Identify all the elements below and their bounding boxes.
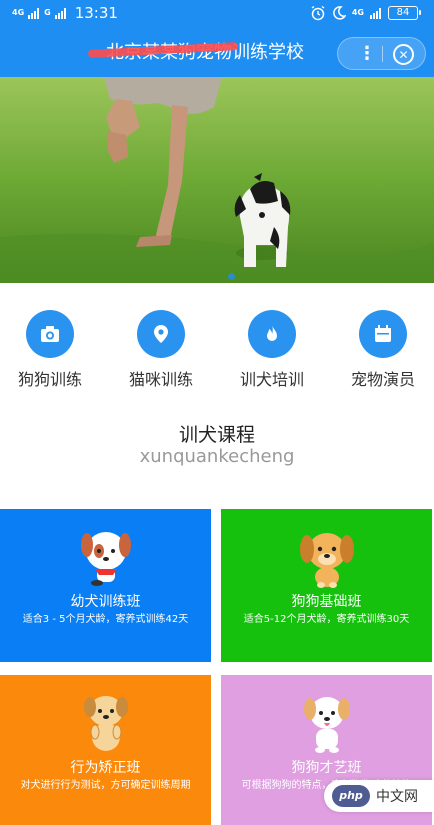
network-label-1: 4G (12, 8, 25, 17)
puppy-cartoon-icon (81, 532, 131, 586)
signal-icon (28, 7, 40, 19)
course-card-basic[interactable]: 狗狗基础班 适合5-12个月犬龄，寄养式训练30天 (221, 509, 432, 662)
battery-icon: 84 (388, 6, 421, 20)
close-circle-icon[interactable]: ✕ (393, 44, 414, 65)
course-name: 幼犬训练班 (70, 594, 141, 610)
carousel-indicator (228, 273, 235, 280)
location-pin-icon (137, 310, 185, 358)
dog-cartoon-icon (300, 533, 354, 588)
signal-icon-3 (370, 7, 382, 19)
app-frame: 4G G 13:31 4G 84 北京某某狗宠物训练学校 ⋮ ✕ 狗狗训练 猫咪… (0, 0, 434, 825)
section-subtitle: xunquankecheng (139, 446, 295, 467)
category-nav: 狗狗训练 猫咪训练 训犬培训 宠物演员 (0, 300, 434, 392)
course-desc: 适合5-12个月犬龄，寄养式训练30天 (243, 614, 410, 625)
more-dots-icon[interactable]: ⋮ (352, 38, 382, 69)
category-label: 猫咪训练 (128, 370, 193, 389)
camera-icon (26, 310, 74, 358)
category-item-dog-training[interactable]: 狗狗训练 (0, 300, 100, 392)
course-card-behavior[interactable]: 行为矫正班 对犬进行行为测试，方可确定训练周期 (0, 675, 211, 825)
flame-icon (248, 310, 296, 358)
category-item-cat-training[interactable]: 猫咪训练 (111, 300, 211, 392)
top-bar: 4G G 13:31 4G 84 北京某某狗宠物训练学校 ⋮ ✕ (0, 0, 434, 77)
category-label: 狗狗训练 (17, 370, 82, 389)
category-label: 宠物演员 (350, 370, 415, 389)
course-desc: 适合3 - 5个月犬龄，寄养式训练42天 (22, 614, 189, 625)
capsule-divider (382, 46, 383, 62)
course-name: 狗狗基础班 (291, 594, 362, 610)
course-card-puppy[interactable]: 幼犬训练班 适合3 - 5个月犬龄，寄养式训练42天 (0, 509, 211, 662)
course-name: 狗狗才艺班 (291, 760, 362, 776)
dog-sitting-cartoon-icon (84, 696, 128, 751)
moon-icon (333, 6, 346, 20)
status-bar: 4G G 13:31 4G 84 (0, 0, 434, 26)
site-watermark: php 中文网 (324, 780, 434, 812)
banner-image[interactable] (0, 77, 434, 283)
course-name: 行为矫正班 (70, 760, 141, 776)
watermark-text: 中文网 (376, 789, 418, 805)
status-left: 4G G 13:31 (12, 4, 118, 22)
category-label: 训犬培训 (239, 370, 304, 389)
calendar-icon (359, 310, 407, 358)
white-dog-cartoon-icon (304, 697, 350, 753)
signal-icon-2 (54, 7, 67, 19)
status-right: 4G 84 (310, 5, 421, 21)
category-item-pet-actor[interactable]: 宠物演员 (333, 300, 433, 392)
banner-photo (0, 77, 434, 283)
section-title: 训犬课程 (178, 424, 255, 446)
network-label-3: 4G (351, 8, 364, 17)
category-item-dog-course[interactable]: 训犬培训 (222, 300, 322, 392)
mini-program-capsule: ⋮ ✕ (337, 37, 426, 70)
network-label-2: G (44, 8, 51, 17)
course-desc: 对犬进行行为测试，方可确定训练周期 (20, 780, 191, 791)
battery-level: 84 (396, 7, 410, 18)
php-logo: php (332, 785, 370, 807)
status-time: 13:31 (74, 4, 118, 22)
alarm-icon (311, 5, 325, 21)
